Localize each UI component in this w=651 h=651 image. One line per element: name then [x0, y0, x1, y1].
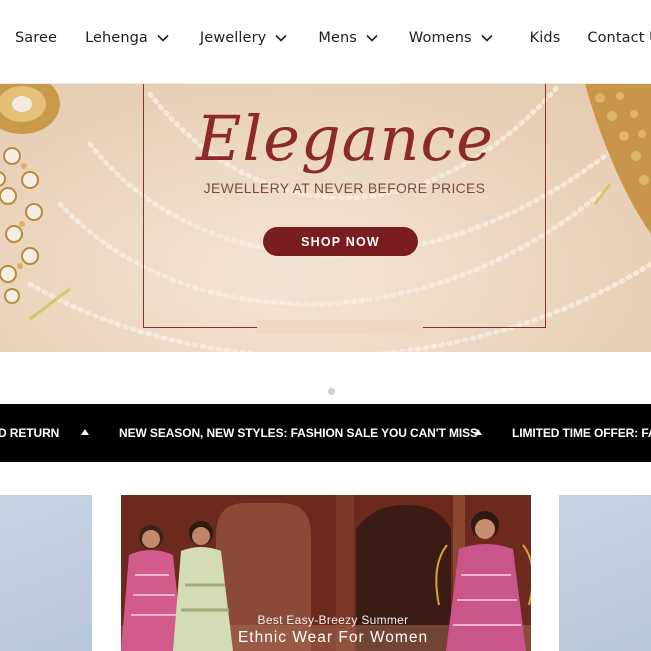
nav-item-mens[interactable]: Mens: [318, 30, 379, 46]
banner-title: Ethnic Wear For Women: [237, 629, 429, 646]
announcement-message: D RETURN: [0, 426, 60, 440]
nav-item-saree[interactable]: Saree: [15, 30, 57, 46]
slider-dot[interactable]: [328, 388, 335, 395]
shop-now-button[interactable]: SHOP NOW: [263, 227, 418, 256]
announcement-message: LIMITED TIME OFFER: FASI: [512, 426, 651, 440]
banner-subtitle: Best Easy-Breezy Summer: [257, 613, 409, 627]
nav-item-label: Kids: [529, 30, 561, 46]
women-ethnic-wear-image: [121, 495, 531, 651]
nav-item-label: Contact Us: [587, 30, 651, 46]
nav-item-label: Jewellery: [199, 30, 267, 46]
nav-item-label: Saree: [15, 30, 58, 46]
nav-menu: Saree Lehenga Jewellery Mens Womens Kids…: [15, 30, 651, 46]
nav-item-label: Womens: [408, 30, 472, 46]
nav-item-jewellery[interactable]: Jewellery: [200, 30, 288, 46]
carousel-slide-next[interactable]: [559, 495, 651, 651]
nav-item-kids[interactable]: Kids: [530, 30, 561, 46]
hero-tagline: JEWELLERY AT NEVER BEFORE PRICES: [203, 180, 486, 196]
nav-item-label: Lehenga: [85, 30, 148, 46]
frame-gap: [257, 320, 423, 334]
nav-item-label: Mens: [318, 30, 357, 46]
chevron-down-icon: [365, 31, 379, 45]
carousel-slide-previous[interactable]: [0, 495, 92, 651]
nav-item-contact-us[interactable]: Contact Us: [587, 30, 651, 46]
nav-item-womens[interactable]: Womens: [409, 30, 494, 46]
hero-headline: Elegance: [196, 102, 494, 175]
triangle-up-icon: [81, 429, 89, 435]
carousel-slide-ethnic-wear[interactable]: Best Easy-Breezy Summer Ethnic Wear For …: [121, 495, 531, 651]
announcement-message: NEW SEASON, NEW STYLES: FASHION SALE YOU…: [119, 426, 478, 440]
chevron-down-icon: [156, 31, 170, 45]
announcement-bar: D RETURN NEW SEASON, NEW STYLES: FASHION…: [0, 404, 651, 462]
nav-item-lehenga[interactable]: Lehenga: [85, 30, 170, 46]
main-navigation: Saree Lehenga Jewellery Mens Womens Kids…: [0, 0, 651, 84]
chevron-down-icon: [274, 31, 288, 45]
hero-banner[interactable]: Elegance JEWELLERY AT NEVER BEFORE PRICE…: [0, 84, 651, 352]
triangle-up-icon: [474, 429, 482, 435]
chevron-down-icon: [480, 31, 494, 45]
